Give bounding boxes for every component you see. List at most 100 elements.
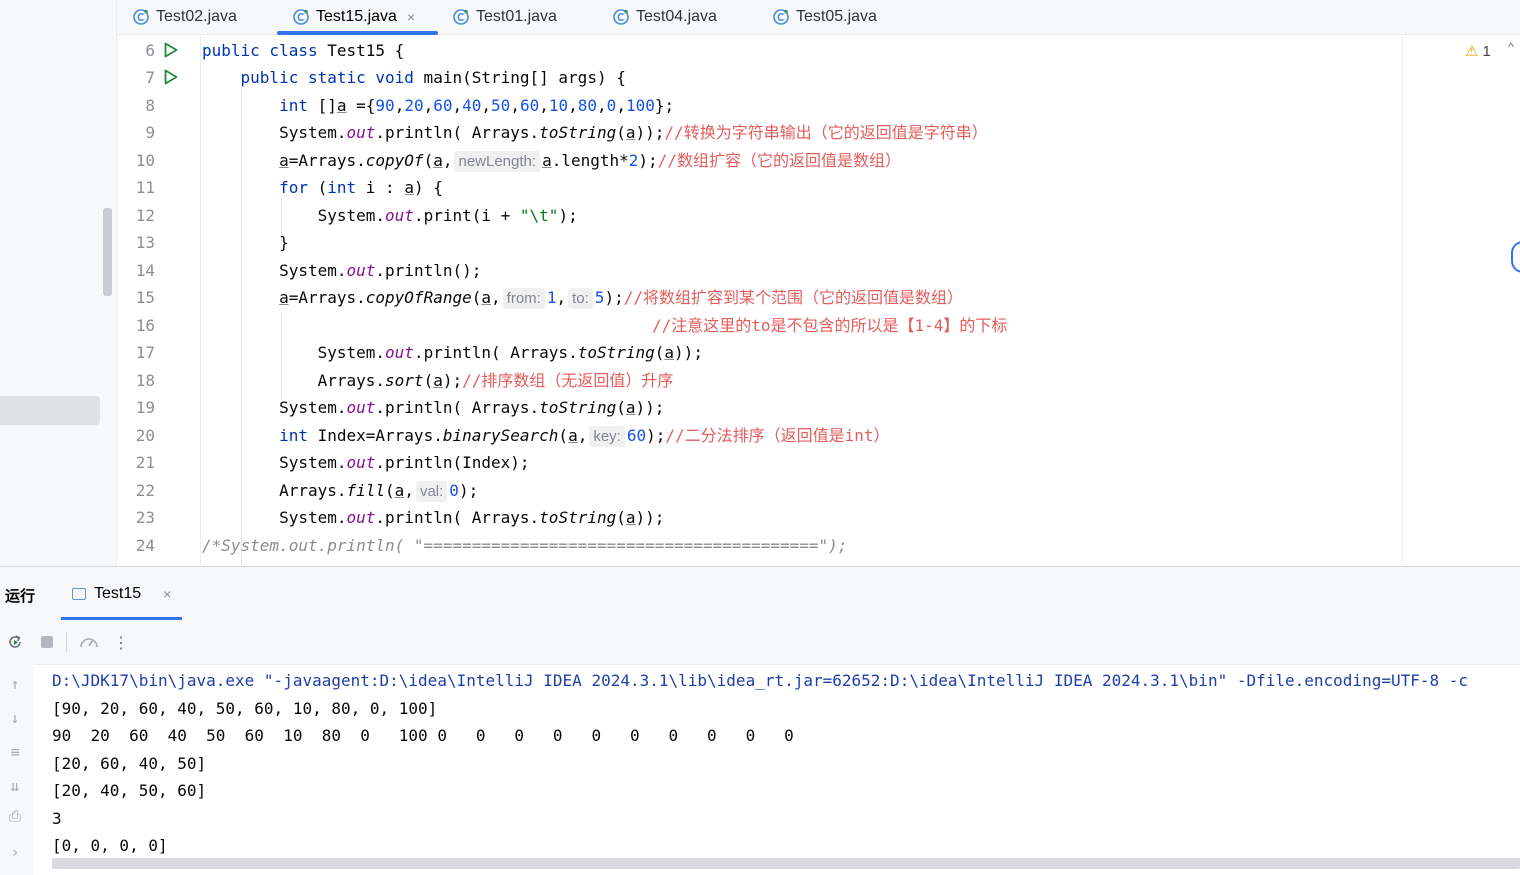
code-line: 19 System.out.println( Arrays.toString(a…	[117, 394, 1520, 421]
code-text: Arrays.fill(a, val: 0);	[202, 481, 479, 502]
run-header: 运行 Test15 ×	[0, 567, 1520, 621]
code-text: System.out.println(Index);	[202, 453, 530, 472]
tab-label: Test01.java	[476, 8, 557, 25]
code-text: Arrays.sort(a);//排序数组（无返回值）升序	[202, 371, 674, 390]
console-line: 90 20 60 40 50 60 10 80 0 100 0 0 0 0 0 …	[52, 726, 794, 745]
parameter-hint: key:	[589, 426, 625, 447]
console-output[interactable]: D:\JDK17\bin\java.exe "-javaagent:D:\ide…	[52, 667, 1520, 857]
line-number: 12	[135, 206, 155, 225]
tab-test02[interactable]: Test02.java	[132, 0, 237, 34]
console-line: [0, 0, 0, 0]	[52, 836, 168, 855]
code-text: a=Arrays.copyOfRange(a, from: 1, to: 5);//将数…	[279, 288, 963, 309]
rerun-icon[interactable]	[5, 632, 25, 652]
code-line: 11 for (int i : a) {	[117, 174, 1520, 201]
code-line: 12 System.out.print(i + "\t");	[117, 202, 1520, 229]
tab-label: Test15.java	[316, 8, 397, 25]
java-class-file-icon	[613, 9, 629, 25]
code-text: System.out.println( Arrays.toString(a));	[202, 398, 665, 417]
comment: //二分法排序（返回值是int）	[665, 426, 890, 445]
project-scrollbar-thumb[interactable]	[103, 208, 112, 296]
run-triangle-icon[interactable]	[164, 69, 178, 85]
code-text: public class Test15 {	[202, 41, 405, 60]
line-number: 6	[145, 41, 155, 60]
toolbar-divider	[66, 632, 67, 652]
line-number: 7	[145, 68, 155, 87]
comment: //排序数组（无返回值）升序	[462, 371, 674, 390]
scroll-to-end-icon[interactable]: ⇊	[5, 776, 25, 796]
code-text: }	[202, 233, 289, 252]
code-line: 21 System.out.println(Index);	[117, 449, 1520, 476]
comment: //将数组扩容到某个范围（它的返回值是数组）	[623, 288, 963, 307]
line-number: 19	[135, 398, 155, 417]
line-number: 24	[135, 536, 155, 555]
console-line: 3	[52, 808, 62, 828]
stop-icon[interactable]	[37, 632, 57, 652]
close-icon[interactable]: ×	[163, 586, 171, 602]
code-text: System.out.println( Arrays.toString(a));	[202, 508, 665, 527]
coverage-gauge-icon[interactable]	[79, 632, 99, 652]
code-line: 13 }	[117, 229, 1520, 256]
line-number: 11	[135, 178, 155, 197]
java-class-file-icon	[293, 9, 309, 25]
console-side-toolbar: ↑ ↓ ≡ ⇊ ⎙ ›	[0, 664, 34, 875]
code-text: int []a ={90,20,60,40,50,60,10,80,0,100}…	[279, 96, 675, 115]
run-panel-title: 运行	[5, 587, 36, 605]
console-line: [20, 40, 50, 60]	[52, 781, 207, 800]
project-panel-strip	[0, 0, 117, 566]
project-tree-selected-row[interactable]	[0, 396, 100, 425]
console-line: [90, 20, 60, 40, 50, 60, 10, 80, 0, 100]	[52, 698, 438, 718]
close-icon[interactable]: ×	[407, 9, 415, 25]
code-line: 9 System.out.println( Arrays.toString(a)…	[117, 119, 1520, 146]
editor-tab-bar: Test02.java Test15.java × Test01.java Te…	[117, 0, 1520, 35]
line-number: 21	[135, 453, 155, 472]
arrow-up-icon[interactable]: ↑	[5, 674, 25, 694]
tab-test05[interactable]: Test05.java	[772, 0, 877, 34]
java-class-file-icon	[453, 9, 469, 25]
java-class-file-icon	[773, 9, 789, 25]
tab-label: Test02.java	[156, 8, 237, 25]
code-text: for (int i : a) {	[279, 178, 443, 197]
console-line: D:\JDK17\bin\java.exe "-javaagent:D:\ide…	[52, 671, 1469, 690]
print-icon[interactable]: ⎙	[5, 806, 25, 826]
code-text: System.out.println();	[202, 261, 482, 280]
code-line: 17 System.out.println( Arrays.toString(a…	[117, 339, 1520, 366]
run-tab-test15[interactable]: Test15 ×	[72, 585, 171, 603]
code-text: System.out.println( Arrays.toString(a));	[202, 343, 703, 362]
parameter-hint: to:	[568, 288, 593, 309]
chevron-right-icon[interactable]: ›	[5, 842, 25, 862]
code-text: a=Arrays.copyOf(a, newLength: a.length*2);…	[279, 151, 901, 172]
code-line: 24 /*System.out.println( "==============…	[117, 532, 1520, 559]
console-horizontal-scrollbar[interactable]	[52, 858, 1520, 869]
parameter-hint: from:	[502, 288, 545, 309]
run-tool-window: 运行 Test15 × ⋮ ↑ ↓ ≡ ⇊ ⎙ › D:\JDK17\bin\j…	[0, 566, 1520, 875]
code-line: 7 public static void main(String[] args)…	[117, 64, 1520, 91]
soft-wrap-icon[interactable]: ≡	[5, 742, 25, 762]
line-number: 16	[135, 316, 155, 335]
line-number: 9	[145, 123, 155, 142]
line-number: 13	[135, 233, 155, 252]
tab-test04[interactable]: Test04.java	[612, 0, 717, 34]
parameter-hint: val:	[415, 481, 448, 502]
code-line: 20 int Index=Arrays.binarySearch(a, key: 6…	[117, 422, 1520, 449]
code-editor[interactable]: ⚠ 1 ⌃ 6 public class Test15 { 7 public s…	[117, 35, 1520, 565]
code-line: 16 //注意这里的to是不包含的所以是【1-4】的下标	[117, 312, 1520, 339]
code-text: int Index=Arrays.binarySearch(a, key: 60);…	[279, 426, 890, 447]
code-line: 14 System.out.println();	[117, 257, 1520, 284]
run-config-icon	[72, 588, 86, 600]
code-line: 6 public class Test15 {	[117, 37, 1520, 64]
line-number: 8	[145, 96, 155, 115]
line-number: 23	[135, 508, 155, 527]
run-toolbar: ⋮	[0, 620, 1520, 665]
arrow-down-icon[interactable]: ↓	[5, 708, 25, 728]
line-number: 15	[135, 288, 155, 307]
tab-test01[interactable]: Test01.java	[452, 0, 557, 34]
console-line: [20, 60, 40, 50]	[52, 753, 207, 773]
code-text: //注意这里的to是不包含的所以是【1-4】的下标	[652, 312, 1007, 339]
line-number: 14	[135, 261, 155, 280]
more-vertical-icon[interactable]: ⋮	[111, 632, 131, 652]
code-text: System.out.println( Arrays.toString(a));…	[202, 123, 988, 142]
run-triangle-icon[interactable]	[164, 42, 178, 58]
comment: //注意这里的to是不包含的所以是【1-4】的下标	[652, 316, 1008, 335]
tab-test15[interactable]: Test15.java ×	[292, 0, 415, 34]
line-number: 10	[135, 151, 155, 170]
